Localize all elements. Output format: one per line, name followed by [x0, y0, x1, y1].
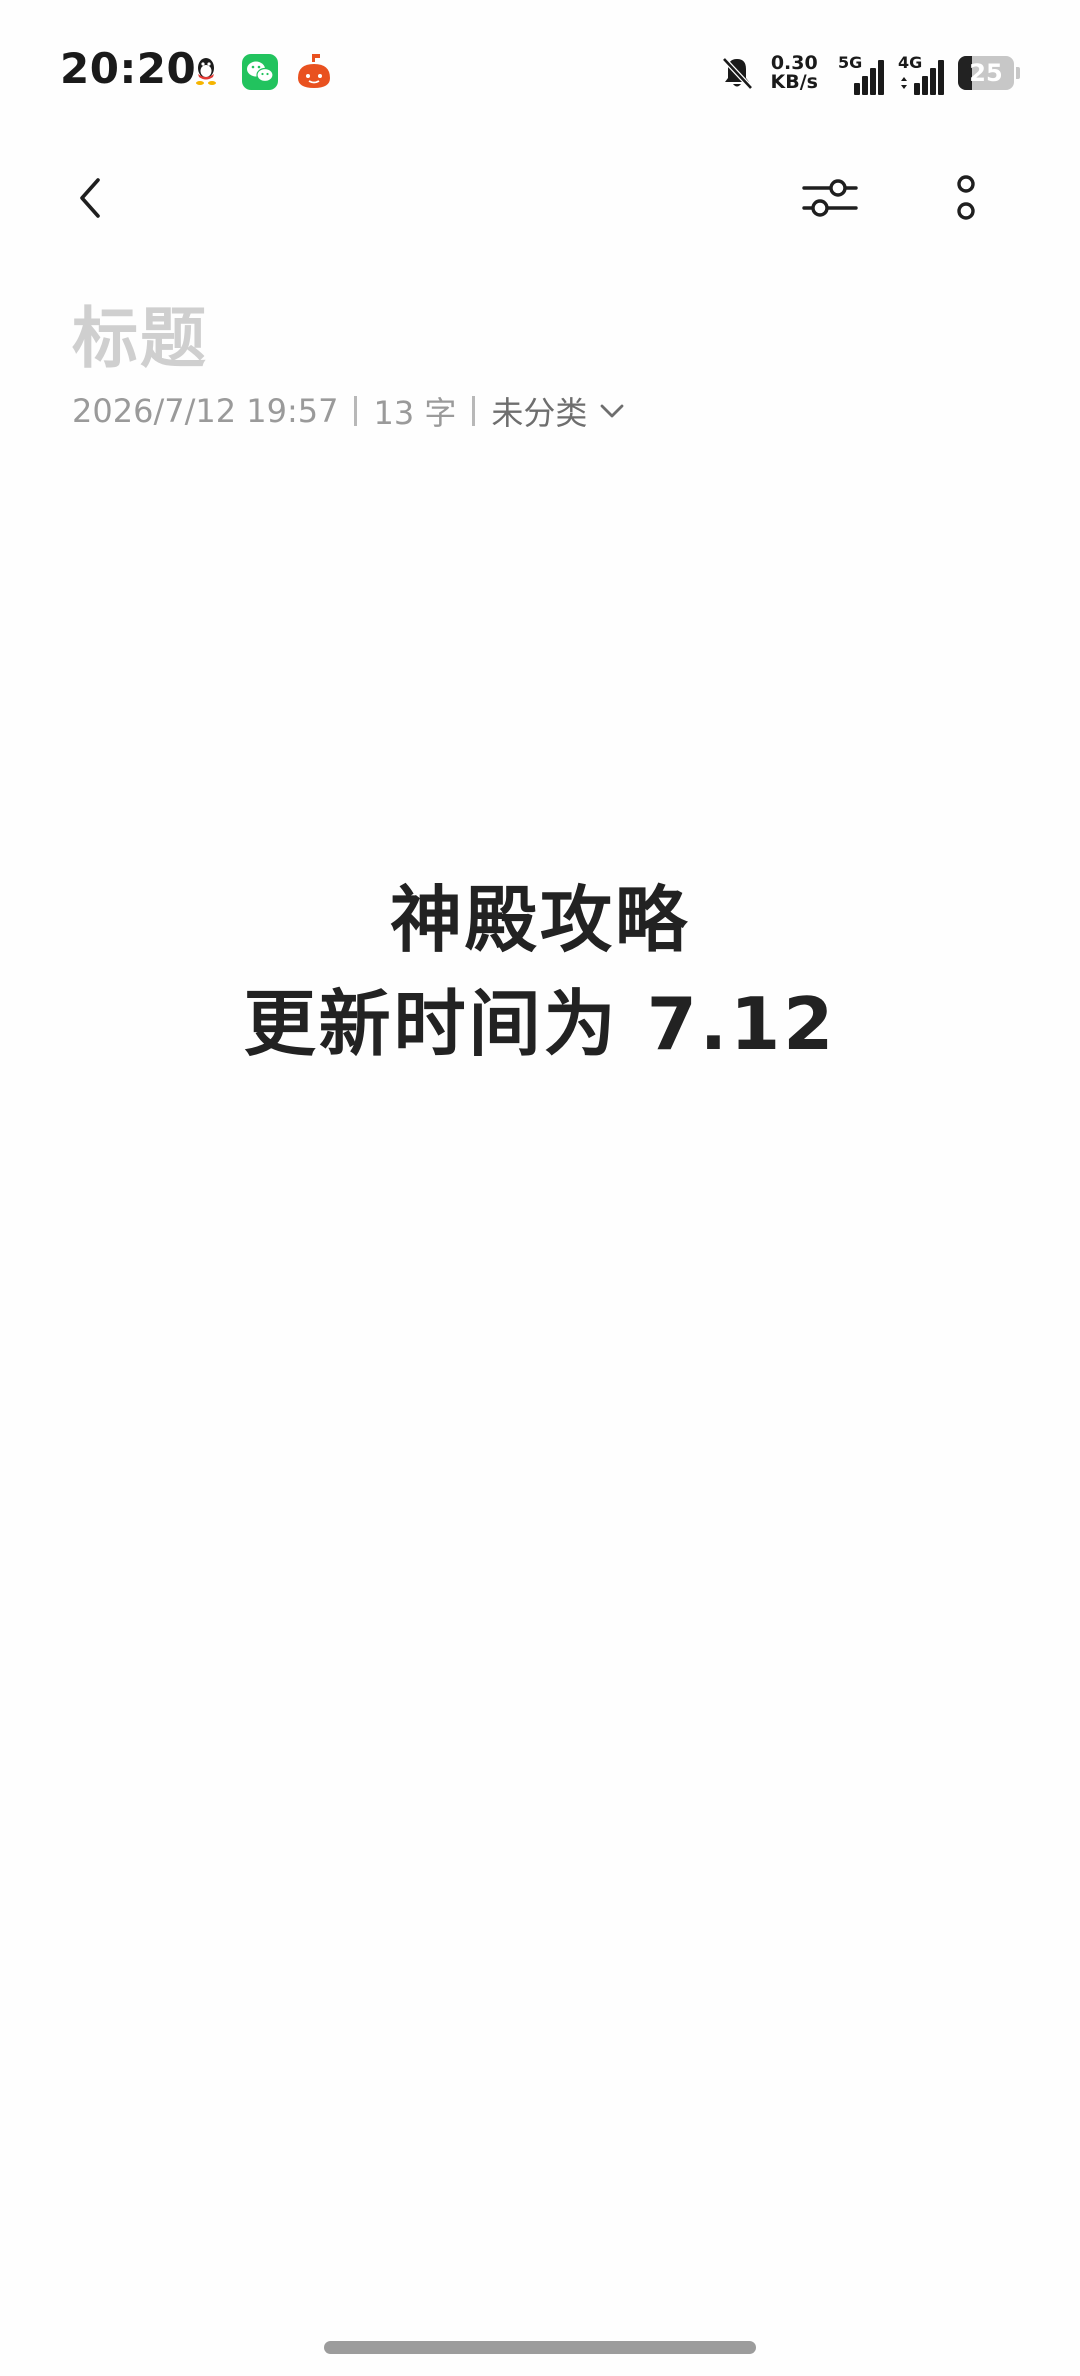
- battery-level: 25: [969, 59, 1003, 87]
- note-title-input[interactable]: 标题: [72, 285, 208, 381]
- meta-divider: [472, 396, 476, 426]
- note-meta: 2026/7/12 19:57 13 字 未分类: [72, 388, 627, 434]
- sliders-icon: [802, 179, 858, 217]
- category-selector[interactable]: 未分类: [491, 388, 627, 434]
- note-editor-screen: 20:20 0.30 KB/s 5G 4G 25 标题 2026/7/12 19…: [0, 0, 1080, 2376]
- wechat-icon: [242, 54, 278, 90]
- battery-indicator: 25: [958, 56, 1020, 90]
- note-content-line: 更新时间为 7.12: [243, 982, 837, 1066]
- note-datetime: 2026/7/12 19:57: [72, 392, 339, 430]
- sim2-signal: 4G: [898, 51, 944, 95]
- meta-divider: [354, 396, 358, 426]
- chevron-down-icon: [600, 404, 624, 418]
- home-gesture-bar[interactable]: [324, 2341, 756, 2354]
- status-time: 20:20: [60, 44, 197, 93]
- sim1-signal: 5G: [838, 51, 884, 95]
- note-toolbar: [0, 150, 1080, 250]
- more-options-button[interactable]: [926, 158, 1006, 238]
- category-label: 未分类: [491, 394, 588, 432]
- more-vertical-icon: [957, 175, 975, 220]
- sim2-label: 4G: [898, 53, 923, 72]
- status-bar: 20:20 0.30 KB/s 5G 4G 25: [0, 0, 1080, 140]
- note-body[interactable]: 神殿攻略 更新时间为 7.12: [0, 868, 1080, 1076]
- network-speed: 0.30 KB/s: [771, 54, 818, 92]
- note-content-line: 神殿攻略: [389, 878, 690, 962]
- chevron-left-icon: [80, 178, 100, 218]
- qq-icon: [196, 58, 216, 85]
- sim1-label: 5G: [838, 53, 863, 72]
- status-right: 0.30 KB/s 5G 4G 25: [717, 48, 1020, 98]
- network-speed-unit: KB/s: [770, 71, 818, 93]
- note-word-count: 13 字: [373, 394, 457, 432]
- notification-icons: [186, 52, 334, 92]
- back-button[interactable]: [52, 158, 132, 238]
- taobao-icon: [298, 54, 330, 88]
- format-settings-button[interactable]: [790, 158, 870, 238]
- bell-off-icon: [721, 57, 753, 90]
